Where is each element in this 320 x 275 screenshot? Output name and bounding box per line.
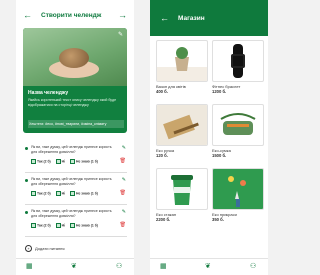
product-card[interactable]: Еко-сумка 1500 б. xyxy=(212,104,264,158)
option-3[interactable]: Не знаю (1 б) xyxy=(70,159,98,164)
answer-options: Так (2 б) Ні Не знаю (1 б) xyxy=(31,223,127,228)
product-image-eco-jewelry xyxy=(212,168,264,210)
option-3[interactable]: Не знаю (1 б) xyxy=(70,223,98,228)
option-1[interactable]: Так (2 б) xyxy=(31,159,51,164)
pencil-icon[interactable]: ✎ xyxy=(122,177,126,183)
product-image-vase xyxy=(156,40,208,82)
challenge-photo xyxy=(23,28,127,86)
question-item: Як ви, таке думку, цей челендж принесе к… xyxy=(25,144,127,173)
add-question-button[interactable]: + Додати питання xyxy=(25,245,65,252)
page-title: Створити челендж xyxy=(41,12,102,19)
product-price: 120 б. xyxy=(156,153,168,158)
page-title: Магазин xyxy=(178,15,205,22)
option-1[interactable]: Так (2 б) xyxy=(31,223,51,228)
leaf-icon[interactable]: ❦ xyxy=(205,263,211,270)
challenge-card: ✎ Назва челенджу Якийсь коротенький текс… xyxy=(23,28,127,133)
header: ← Магазин xyxy=(150,0,268,36)
trash-icon[interactable]: 🗑 xyxy=(120,158,126,164)
question-item: Як ви, таке думку, цей челендж принесе к… xyxy=(25,176,127,205)
product-price: 1500 б. xyxy=(212,153,227,158)
question-text: Як ви, таке думку, цей челендж принесе к… xyxy=(31,145,112,154)
bottom-nav: ▦ ❦ ⚇ xyxy=(150,258,268,275)
product-price: 350 б. xyxy=(212,217,224,222)
product-card[interactable]: Фітнес браслет 1200 б. xyxy=(212,40,264,94)
grid-icon[interactable]: ▦ xyxy=(26,263,33,270)
back-arrow-icon[interactable]: ← xyxy=(160,14,169,23)
back-arrow-icon[interactable]: ← xyxy=(23,11,32,20)
bottom-nav: ▦ ❦ ⚇ xyxy=(16,258,134,275)
answer-options: Так (2 б) Ні Не знаю (1 б) xyxy=(31,159,127,164)
header: ← Створити челендж → xyxy=(16,0,134,26)
grid-icon[interactable]: ▦ xyxy=(160,263,167,270)
product-image-eco-bag xyxy=(212,104,264,146)
plus-icon: + xyxy=(25,245,32,252)
product-image-fitness-band xyxy=(212,40,264,82)
product-card[interactable]: Еко стакан 2200 б. xyxy=(156,168,208,222)
product-card[interactable]: Вазон для квітів 400 б. xyxy=(156,40,208,94)
product-card[interactable]: Еко ручка 120 б. xyxy=(156,104,208,158)
option-2[interactable]: Ні xyxy=(55,191,65,196)
create-challenge-screen: ← Створити челендж → ✎ Назва челенджу Як… xyxy=(16,0,134,275)
pencil-icon[interactable]: ✎ xyxy=(118,31,123,38)
question-text: Як ви, таке думку, цей челендж принесе к… xyxy=(31,177,112,186)
question-item: Як ви, таке думку, цей челендж принесе к… xyxy=(25,208,127,237)
shop-screen: ← Магазин Вазон для квітів 400 б. Фітнес… xyxy=(150,0,268,275)
challenge-hashtags: Хештеги: #eco, #нові_тварини, #зміна_клі… xyxy=(28,120,124,128)
bullet-icon xyxy=(25,179,28,182)
question-text: Як ви, таке думку, цей челендж принесе к… xyxy=(31,209,112,218)
answer-options: Так (2 б) Ні Не знаю (1 б) xyxy=(31,191,127,196)
add-question-label: Додати питання xyxy=(35,246,65,251)
people-icon[interactable]: ⚇ xyxy=(116,263,122,270)
option-3[interactable]: Не знаю (1 б) xyxy=(70,191,98,196)
challenge-description: Якийсь коротенький текст опису челенджу … xyxy=(28,98,117,107)
pencil-icon[interactable]: ✎ xyxy=(122,209,126,215)
challenge-title: Назва челенджу xyxy=(28,90,69,96)
forward-arrow-icon[interactable]: → xyxy=(118,11,127,20)
trash-icon[interactable]: 🗑 xyxy=(120,222,126,228)
bullet-icon xyxy=(25,147,28,150)
hamster-image xyxy=(59,48,89,68)
product-image-eco-pen xyxy=(156,104,208,146)
trash-icon[interactable]: 🗑 xyxy=(120,190,126,196)
product-image-eco-cup xyxy=(156,168,208,210)
bullet-icon xyxy=(25,211,28,214)
product-price: 1200 б. xyxy=(212,89,227,94)
option-1[interactable]: Так (2 б) xyxy=(31,191,51,196)
option-2[interactable]: Ні xyxy=(55,159,65,164)
product-price: 400 б. xyxy=(156,89,168,94)
leaf-icon[interactable]: ❦ xyxy=(71,263,77,270)
product-card[interactable]: Еко прикраси 350 б. xyxy=(212,168,264,222)
option-2[interactable]: Ні xyxy=(55,223,65,228)
pencil-icon[interactable]: ✎ xyxy=(122,145,126,151)
people-icon[interactable]: ⚇ xyxy=(250,263,256,270)
product-price: 2200 б. xyxy=(156,217,171,222)
